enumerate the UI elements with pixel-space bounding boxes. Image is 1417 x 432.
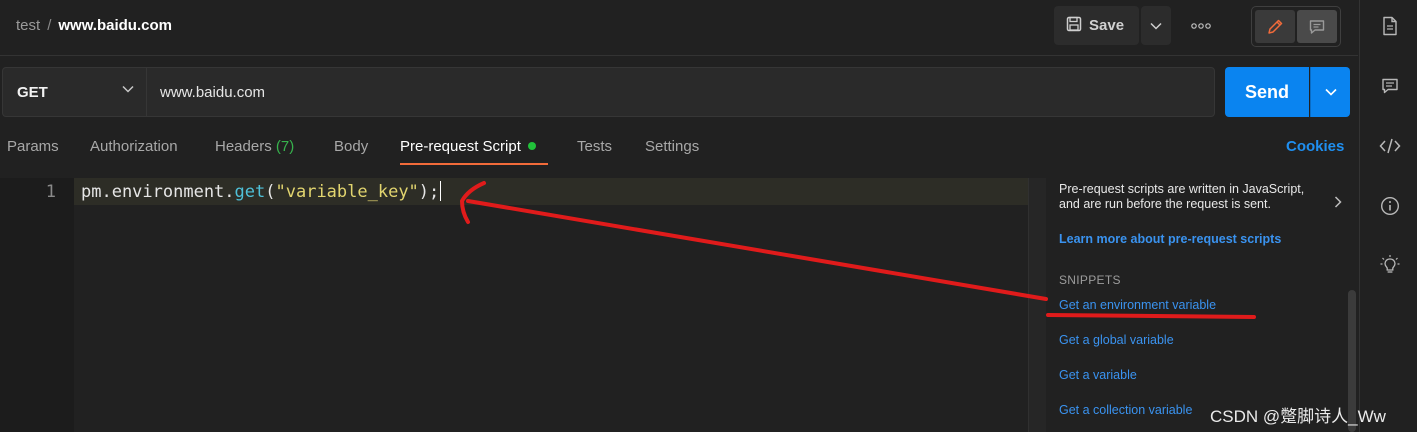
pencil-icon [1268, 19, 1283, 34]
edit-mode-button[interactable] [1255, 10, 1295, 43]
snippet-get-environment-variable[interactable]: Get an environment variable [1059, 298, 1216, 312]
script-info-panel: Pre-request scripts are written in JavaS… [1046, 178, 1358, 432]
send-options-dropdown[interactable] [1310, 67, 1350, 117]
send-label: Send [1244, 81, 1289, 102]
tab-settings[interactable]: Settings [645, 138, 699, 155]
comment-mode-button[interactable] [1297, 10, 1337, 43]
tab-params[interactable]: Params [7, 138, 59, 155]
save-button[interactable]: Save [1054, 6, 1139, 45]
comment-icon [1382, 78, 1398, 94]
method-select[interactable]: GET [2, 67, 147, 117]
code-function-token: get [234, 182, 266, 202]
snippet-get-variable[interactable]: Get a variable [1059, 368, 1137, 382]
chevron-down-icon [1324, 88, 1337, 96]
script-present-indicator [527, 142, 536, 150]
snippet-get-collection-variable[interactable]: Get a collection variable [1059, 403, 1192, 417]
tab-body[interactable]: Body [334, 138, 368, 155]
method-value: GET [17, 83, 48, 101]
view-mode-toggle [1251, 6, 1341, 47]
related-collections-button[interactable] [1379, 254, 1401, 276]
script-editor[interactable]: 1 pm.environment.get("variable_key"); [0, 178, 1046, 432]
breadcrumb: test / www.baidu.com [16, 17, 172, 34]
documentation-button[interactable] [1379, 15, 1401, 37]
url-input[interactable]: www.baidu.com [147, 67, 1215, 117]
tab-authorization[interactable]: Authorization [90, 138, 178, 155]
tab-pre-request-script[interactable]: Pre-request Script [400, 138, 536, 155]
tab-headers[interactable]: Headers (7) [215, 138, 294, 155]
comment-icon [1309, 19, 1325, 34]
info-icon [1380, 196, 1400, 216]
tab-headers-label: Headers [215, 138, 272, 155]
snippets-heading: SNIPPETS [1059, 273, 1121, 287]
url-value: www.baidu.com [160, 83, 266, 101]
headers-count-badge: (7) [275, 138, 295, 155]
more-icon [1191, 23, 1211, 29]
save-label: Save [1089, 17, 1125, 34]
code-paren-close-token: ); [418, 182, 440, 202]
panel-description: Pre-request scripts are written in JavaS… [1059, 182, 1305, 211]
chevron-right-icon[interactable] [1334, 196, 1342, 208]
save-options-dropdown[interactable] [1141, 6, 1171, 45]
request-info-button[interactable] [1379, 195, 1401, 217]
send-button[interactable]: Send [1225, 67, 1309, 117]
comments-button[interactable] [1379, 75, 1401, 97]
editor-scrollbar[interactable] [1028, 178, 1046, 432]
tab-pre-request-label: Pre-request Script [400, 138, 521, 155]
snippet-get-global-variable[interactable]: Get a global variable [1059, 333, 1174, 347]
lightbulb-icon [1380, 255, 1400, 273]
chevron-down-icon [1150, 22, 1162, 30]
breadcrumb-request-name[interactable]: www.baidu.com [58, 17, 172, 34]
breadcrumb-collection[interactable]: test [16, 17, 40, 34]
code-paren-open-token: ( [265, 182, 276, 202]
text-cursor [440, 181, 442, 201]
cookies-link[interactable]: Cookies [1286, 138, 1344, 155]
document-icon [1383, 16, 1397, 36]
code-line[interactable]: pm.environment.get("variable_key"); [81, 181, 442, 202]
code-object-token: pm.environment. [81, 182, 235, 202]
code-string-token: "variable_key" [275, 182, 419, 202]
line-number: 1 [45, 182, 56, 202]
right-context-bar [1359, 0, 1417, 432]
active-tab-underline [400, 163, 548, 165]
learn-more-link[interactable]: Learn more about pre-request scripts [1059, 232, 1281, 246]
line-number-gutter: 1 [0, 178, 74, 432]
more-actions-button[interactable] [1185, 13, 1217, 39]
watermark-text: CSDN @蹩脚诗人_Ww [1210, 407, 1386, 426]
breadcrumb-separator: / [47, 17, 52, 34]
chevron-down-icon [122, 85, 134, 93]
code-icon [1379, 138, 1401, 154]
request-header: test / www.baidu.com Save [0, 0, 1358, 56]
code-snippet-button[interactable] [1379, 135, 1401, 157]
save-icon [1066, 16, 1082, 36]
tab-tests[interactable]: Tests [577, 138, 612, 155]
